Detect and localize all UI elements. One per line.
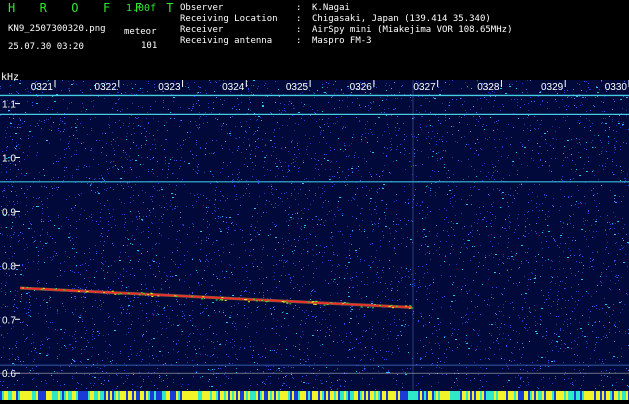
info-row-antenna: Receiving antenna: Maspro FM-3 — [180, 36, 512, 47]
frequency-tick-label: 0.9 — [2, 207, 16, 218]
info-row-receiver: Receiver: AirSpy mini (Miakejima VOR 108.… — [180, 25, 512, 36]
time-tick-label: 0326 — [350, 82, 373, 93]
info-value: K.Nagai — [312, 3, 350, 13]
info-row-observer: Observer: K.Nagai — [180, 3, 512, 14]
info-value: Maspro FM-3 — [312, 36, 372, 46]
info-key: Receiving antenna — [180, 36, 273, 46]
time-tick-label: 0329 — [541, 82, 564, 93]
time-tick-label: 0321 — [31, 82, 54, 93]
info-sep: : — [296, 3, 302, 13]
info-key: Receiver — [180, 25, 224, 35]
time-tick-label: 0330 — [605, 82, 628, 93]
frequency-tick-label: 1.1 — [2, 100, 16, 111]
spectrogram: 0321 0322 0323 0324 0325 0326 0327 0328 0329 0330… — [0, 80, 629, 400]
filename-label: KN9_2507300320.png — [8, 24, 106, 34]
info-value: AirSpy mini (Miakejima VOR 108.65MHz) — [312, 25, 513, 35]
info-sep: : — [296, 25, 302, 35]
time-tick-label: 0327 — [413, 82, 436, 93]
info-value: Chigasaki, Japan (139.414 35.340) — [312, 14, 491, 24]
info-row-location: Receiving Location: Chigasaki, Japan (139… — [180, 14, 512, 25]
bottom-strip — [0, 391, 629, 400]
time-tick-label: 0322 — [95, 82, 118, 93]
time-tick-label: 0328 — [477, 82, 500, 93]
frequency-tick-label: 0.6 — [2, 369, 16, 380]
time-tick-label: 0323 — [158, 82, 181, 93]
mode-label: meteor — [124, 27, 157, 37]
datetime-label: 25.07.30 03:20 — [8, 42, 84, 52]
time-tick-label: 0324 — [222, 82, 245, 93]
info-key: Observer — [180, 3, 224, 13]
station-info: Observer: K.Nagai Receiving Location: Chig… — [180, 3, 512, 47]
frequency-tick-label: 0.8 — [2, 261, 16, 272]
header-panel: H R O F F T 1.00f KN9_2507300320.png 25.… — [0, 0, 629, 83]
frequency-tick-label: 1.0 — [2, 154, 16, 165]
info-sep: : — [296, 14, 302, 24]
info-key: Receiving Location — [180, 14, 278, 24]
count-label: 101 — [141, 41, 158, 51]
time-tick-label: 0325 — [286, 82, 309, 93]
spectrogram-canvas: 0321 0322 0323 0324 0325 0326 0327 0328 0329 0330… — [0, 80, 629, 400]
version-label: 1.00f — [126, 3, 157, 14]
info-sep: : — [296, 36, 302, 46]
frequency-tick-label: 0.7 — [2, 315, 16, 326]
